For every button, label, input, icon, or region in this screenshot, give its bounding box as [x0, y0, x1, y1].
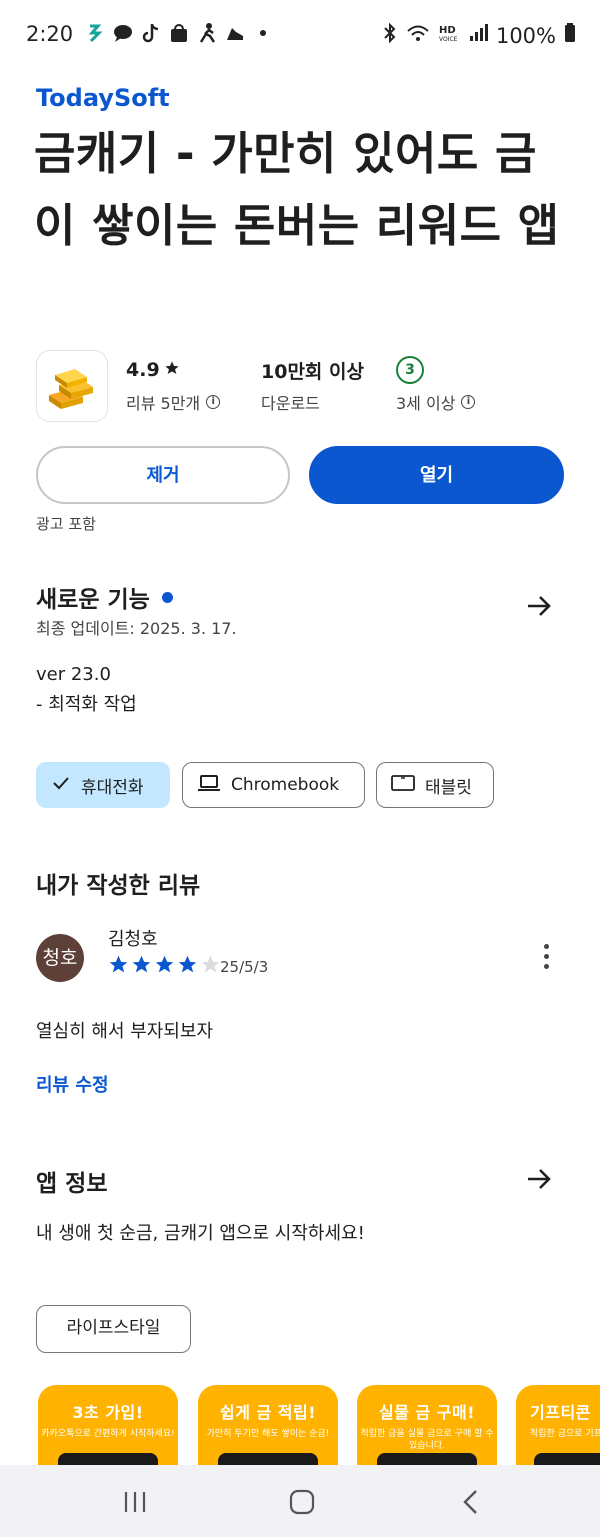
screenshot-subtext: 가만히 두기만 해도 쌓이는 순금!	[206, 1429, 330, 1439]
hd-voice-icon: HD VOICE	[438, 22, 460, 49]
new-indicator-dot	[161, 591, 173, 603]
developer-link[interactable]: TodaySoft	[36, 84, 170, 112]
whats-new-heading: 새로운 기능	[36, 587, 150, 613]
screenshot-heading: 3초 가입!	[72, 1403, 144, 1422]
status-bar: 2:20 HD VOICE 100%	[0, 0, 600, 70]
screenshot-subtext: 적립한 금으로 기프티콘을 구매	[530, 1429, 600, 1439]
tablet-icon	[391, 773, 415, 798]
check-icon	[51, 773, 71, 798]
screenshot-subtext: 적립한 금을 실물 금으로 구매 할 수 있습니다.	[360, 1429, 494, 1451]
my-review-title: 내가 작성한 리뷰	[36, 866, 200, 900]
screenshot-4[interactable]: 기프티콘 적립한 금으로 기프티콘을 구매	[516, 1385, 600, 1465]
age-rating-label: 3세 이상	[396, 394, 456, 413]
downloads-label: 다운로드	[261, 394, 320, 413]
star-filled-icon	[108, 954, 129, 979]
info-icon[interactable]: i	[461, 395, 476, 409]
phone-mockup	[218, 1453, 318, 1465]
rating-value: 4.9	[126, 359, 160, 381]
app-title: 금캐기 - 가만히 있어도 금이 쌓이는 돈버는 리워드 앱	[34, 127, 560, 252]
review-stars	[108, 954, 221, 979]
system-nav-bar	[0, 1465, 600, 1537]
star-filled-icon	[131, 954, 152, 979]
wifi-icon	[406, 22, 430, 49]
runner-icon	[196, 22, 218, 44]
reviews-count: 리뷰 5만개	[126, 394, 201, 413]
device-chip-label: 휴대전화	[81, 777, 144, 798]
phone-mockup	[534, 1453, 600, 1465]
status-time: 2:20	[26, 22, 74, 46]
phone-mockup	[58, 1453, 158, 1465]
bluetooth-icon	[382, 22, 398, 49]
info-icon[interactable]: i	[206, 395, 221, 409]
more-options-icon[interactable]	[540, 944, 552, 974]
status-right: HD VOICE 100%	[382, 22, 576, 49]
my-review-heading: 내가 작성한 리뷰	[36, 873, 201, 899]
whats-new-title[interactable]: 새로운 기능	[36, 580, 173, 614]
screenshot-heading: 쉽게 금 적립!	[219, 1403, 317, 1422]
screenshot-1[interactable]: 3초 가입! 카카오톡으로 간편하게 시작하세요!	[38, 1385, 178, 1465]
open-button[interactable]: 열기	[309, 446, 564, 504]
last-updated: 최종 업데이트: 2025. 3. 17.	[36, 619, 237, 638]
laptop-icon	[197, 773, 221, 798]
svg-text:HD: HD	[439, 25, 456, 36]
svg-text:VOICE: VOICE	[439, 36, 458, 43]
device-chip-chromebook[interactable]: Chromebook	[182, 762, 365, 808]
device-chip-label: Chromebook	[231, 775, 340, 795]
back-icon[interactable]	[456, 1487, 486, 1517]
age-rating-stat[interactable]: 3 3세 이상 i	[396, 356, 476, 414]
app-icon	[36, 350, 108, 422]
star-empty-icon	[200, 954, 221, 979]
device-chip-phone[interactable]: 휴대전화	[36, 762, 170, 808]
screenshot-subtext: 카카오톡으로 간편하게 시작하세요!	[41, 1429, 175, 1439]
screenshot-heading: 실물 금 구매!	[378, 1403, 476, 1422]
battery-icon	[564, 22, 576, 49]
arrow-right-icon[interactable]	[524, 591, 554, 621]
screenshot-heading: 기프티콘	[530, 1403, 591, 1422]
star-icon	[164, 359, 180, 381]
about-heading: 앱 정보	[36, 1171, 108, 1197]
signal-icon	[468, 22, 488, 49]
release-notes: - 최적화 작업	[36, 694, 137, 715]
contains-ads-label: 광고 포함	[36, 515, 96, 533]
more-notifications-dot	[252, 22, 274, 44]
device-chip-label: 태블릿	[425, 777, 472, 798]
battery-percent: 100%	[495, 23, 556, 48]
review-text: 열심히 해서 부자되보자	[36, 1021, 214, 1042]
shoe-icon	[224, 22, 246, 44]
tiktok-icon	[140, 22, 162, 44]
chat-bubble-icon	[112, 22, 134, 44]
category-chip[interactable]: 라이프스타일	[36, 1305, 191, 1353]
screenshot-3[interactable]: 실물 금 구매! 적립한 금을 실물 금으로 구매 할 수 있습니다.	[357, 1385, 497, 1465]
rating-stat[interactable]: 4.9 리뷰 5만개 i	[126, 356, 221, 414]
downloads-stat: 10만회 이상 다운로드	[261, 356, 364, 414]
star-filled-icon	[154, 954, 175, 979]
screenshot-2[interactable]: 쉽게 금 적립! 가만히 두기만 해도 쌓이는 순금!	[198, 1385, 338, 1465]
notification-icons	[84, 22, 274, 44]
shopping-bag-icon	[168, 22, 190, 44]
age-rating-badge: 3	[396, 356, 424, 384]
avatar: 청호	[36, 934, 84, 982]
version-text: ver 23.0	[36, 664, 111, 685]
uninstall-button[interactable]: 제거	[36, 446, 290, 504]
review-date: 25/5/3	[220, 958, 269, 976]
about-title[interactable]: 앱 정보	[36, 1164, 108, 1198]
phone-mockup	[377, 1453, 477, 1465]
star-filled-icon	[177, 954, 198, 979]
device-chip-tablet[interactable]: 태블릿	[376, 762, 494, 808]
app-notification-icon	[84, 22, 106, 44]
reviewer-name: 김청호	[108, 929, 158, 950]
recent-apps-icon[interactable]	[120, 1487, 150, 1517]
arrow-right-icon[interactable]	[524, 1164, 554, 1194]
about-description: 내 생애 첫 순금, 금캐기 앱으로 시작하세요!	[36, 1223, 365, 1244]
edit-review-link[interactable]: 리뷰 수정	[36, 1071, 109, 1097]
downloads-value: 10만회 이상	[261, 360, 364, 383]
home-icon[interactable]	[287, 1487, 317, 1517]
